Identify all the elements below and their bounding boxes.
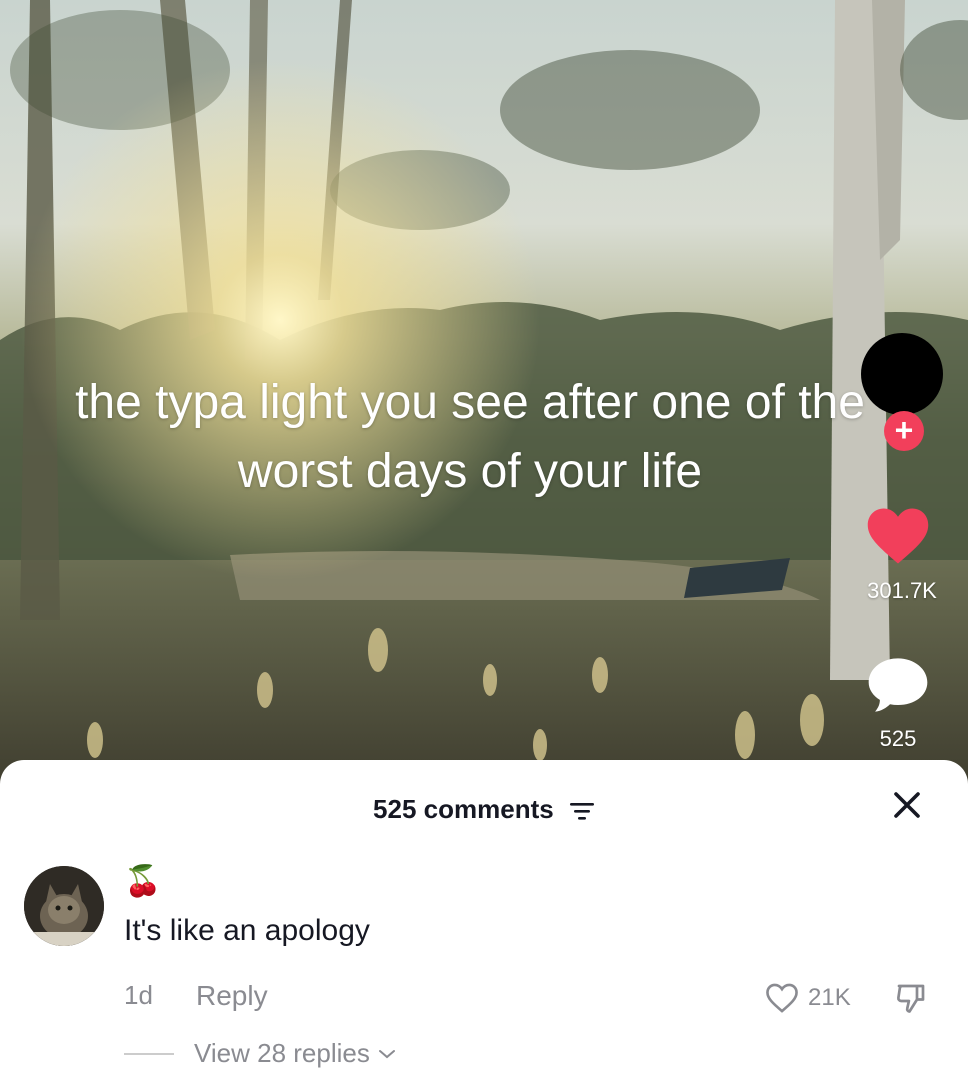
action-rail: + 301.7K 525 <box>828 0 968 800</box>
comment-age: 1d <box>124 980 153 1010</box>
like-count: 301.7K <box>867 578 937 603</box>
divider-dash <box>124 1052 174 1055</box>
chevron-down-icon <box>378 1049 395 1058</box>
comments-header: 525 comments <box>0 788 968 828</box>
heart-outline-icon <box>766 983 798 1013</box>
reply-button[interactable]: Reply <box>196 980 268 1012</box>
follow-plus-icon[interactable]: + <box>884 411 924 451</box>
video-caption: the typa light you see after one of the … <box>75 376 865 498</box>
view-replies-button[interactable]: View 28 replies <box>124 1038 398 1069</box>
comment-count: 525 <box>879 726 917 751</box>
comment-like-count: 21K <box>808 984 851 1011</box>
close-x-icon[interactable] <box>890 788 924 822</box>
comment-text: It's like an apology <box>124 914 370 947</box>
heart-icon[interactable] <box>865 505 931 567</box>
comments-count-label: 525 comments <box>373 794 554 824</box>
filter-lines-icon[interactable] <box>569 800 595 822</box>
comments-sheet: 525 comments 🍒 It's like an apology 1d R… <box>0 760 968 1083</box>
commenter-avatar[interactable] <box>24 866 104 946</box>
creator-avatar[interactable] <box>861 333 943 415</box>
comment-like-button[interactable]: 21K <box>764 982 851 1014</box>
commenter-username[interactable]: 🍒 <box>124 864 161 900</box>
view-replies-label: View 28 replies <box>194 1038 370 1068</box>
speech-bubble-icon[interactable] <box>866 655 930 715</box>
video-player[interactable]: the typa light you see after one of the … <box>0 0 968 800</box>
cat-photo <box>24 866 104 946</box>
comments-title-row[interactable]: 525 comments <box>0 794 968 825</box>
thumbs-down-icon[interactable] <box>893 980 929 1016</box>
